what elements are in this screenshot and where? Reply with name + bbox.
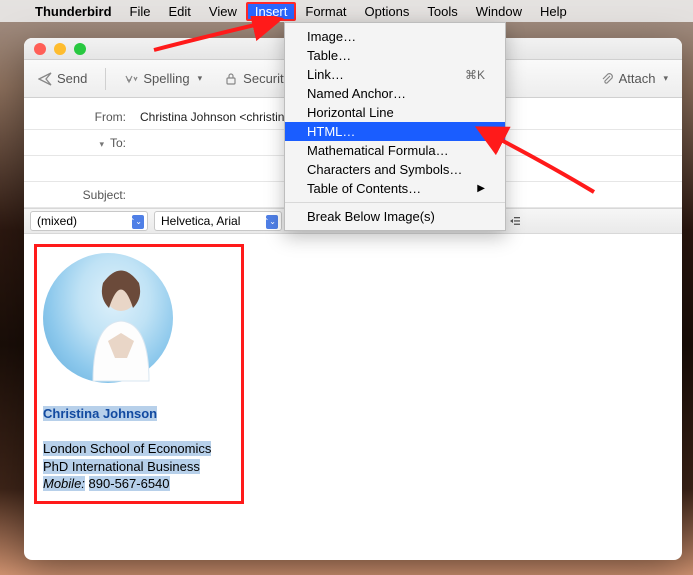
close-button[interactable] [34,43,46,55]
signature-mobile: 890-567-6540 [89,476,170,491]
zoom-button[interactable] [74,43,86,55]
signature-highlight-box: Christina Johnson London School of Econo… [34,244,244,504]
menu-item-chars-symbols[interactable]: Characters and Symbols… [285,160,505,179]
avatar-person-icon [73,263,168,383]
menu-options[interactable]: Options [356,2,419,21]
signature-mobile-label: Mobile: [43,476,85,491]
menu-item-table[interactable]: Table… [285,46,505,65]
send-button[interactable]: Send [34,69,91,88]
send-icon [38,72,52,86]
submenu-arrow-icon: ▶ [477,183,485,194]
menu-format[interactable]: Format [296,2,355,21]
insert-menu-dropdown: Image… Table… Link…⌘K Named Anchor… Hori… [284,22,506,231]
menu-edit[interactable]: Edit [160,2,200,21]
menu-item-named-anchor[interactable]: Named Anchor… [285,84,505,103]
compose-body[interactable]: Christina Johnson London School of Econo… [24,234,682,514]
signature-org: London School of Economics [43,441,211,456]
attach-button[interactable]: Attach [596,69,672,88]
font-select[interactable]: Helvetica, Arial⌃⌄ [154,211,282,231]
menu-tools[interactable]: Tools [418,2,466,21]
spelling-button[interactable]: Spelling [120,69,206,88]
menu-file[interactable]: File [121,2,160,21]
menu-insert[interactable]: Insert [246,2,297,21]
menu-item-link[interactable]: Link…⌘K [285,65,505,84]
menu-view[interactable]: View [200,2,246,21]
minimize-button[interactable] [54,43,66,55]
indent-button[interactable] [504,211,526,231]
lock-icon [224,72,238,86]
subject-label: Subject: [24,188,134,202]
app-menu[interactable]: Thunderbird [26,2,121,21]
toolbar-separator [105,68,106,90]
mac-menubar: Thunderbird File Edit View Insert Format… [0,0,693,22]
menu-item-image[interactable]: Image… [285,27,505,46]
menu-item-html[interactable]: HTML… [285,122,505,141]
menu-window[interactable]: Window [467,2,531,21]
menu-separator [285,202,505,203]
menu-help[interactable]: Help [531,2,576,21]
to-label: To: [24,136,134,150]
menu-item-toc[interactable]: Table of Contents…▶ [285,179,505,198]
shortcut-label: ⌘K [465,68,485,82]
menu-item-break-below-images[interactable]: Break Below Image(s) [285,207,505,226]
spelling-icon [124,72,138,86]
signature-degree: PhD International Business [43,459,200,474]
menu-item-math-formula[interactable]: Mathematical Formula… [285,141,505,160]
signature-name: Christina Johnson [43,406,157,421]
paragraph-style-select[interactable]: (mixed)⌃⌄ [30,211,148,231]
signature-avatar [43,253,193,391]
paperclip-icon [600,72,614,86]
from-label: From: [24,110,134,124]
menu-item-horizontal-line[interactable]: Horizontal Line [285,103,505,122]
